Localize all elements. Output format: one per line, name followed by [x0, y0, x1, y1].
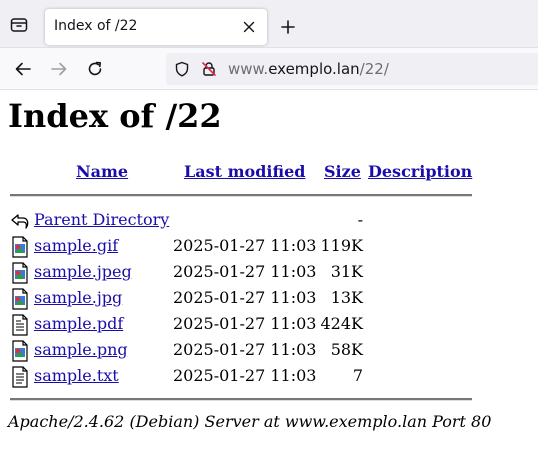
header-divider — [10, 194, 472, 197]
tab-list-button[interactable] — [8, 14, 30, 36]
file-size: 424K — [320, 314, 364, 333]
file-size: 7 — [352, 366, 363, 385]
table-row: sample.png 2025-01-27 11:03 58K — [8, 338, 488, 362]
table-row: sample.txt 2025-01-27 11:03 7 — [8, 364, 488, 388]
sort-by-size-link[interactable]: Size — [324, 162, 361, 181]
plus-icon — [281, 20, 295, 34]
file-size: 31K — [330, 262, 363, 281]
sort-by-last-modified-link[interactable]: Last modified — [184, 162, 305, 181]
table-row-parent: Parent Directory - — [8, 208, 488, 232]
file-size: 13K — [330, 288, 363, 307]
footer-divider — [10, 398, 472, 401]
sort-by-description-link[interactable]: Description — [368, 162, 472, 181]
file-size: - — [357, 210, 363, 229]
reload-icon — [88, 61, 102, 76]
file-link[interactable]: sample.gif — [34, 236, 118, 255]
url-host: exemplo.lan — [268, 60, 360, 78]
table-row: sample.pdf 2025-01-27 11:03 424K — [8, 312, 488, 336]
url-bar[interactable]: www.exemplo.lan/22/ — [166, 53, 538, 85]
table-row: sample.jpg 2025-01-27 11:03 13K — [8, 286, 488, 310]
page-title: Index of /22 — [8, 97, 222, 135]
arrow-right-icon — [51, 62, 67, 76]
navigation-bar: www.exemplo.lan/22/ — [0, 48, 538, 90]
file-link[interactable]: sample.txt — [34, 366, 119, 385]
insecure-lock-icon[interactable] — [200, 60, 218, 78]
image-icon — [12, 262, 28, 284]
file-size: 58K — [330, 340, 363, 359]
tab-title: Index of /22 — [54, 18, 138, 34]
image-icon — [12, 236, 28, 258]
close-icon — [243, 21, 255, 33]
file-link[interactable]: sample.pdf — [34, 314, 123, 333]
tab-bar: Index of /22 — [0, 0, 538, 48]
tab-list-icon — [10, 18, 28, 32]
image-icon — [12, 288, 28, 310]
arrow-left-icon — [15, 62, 31, 76]
url-path: /22/ — [359, 60, 389, 78]
shield-icon[interactable] — [173, 60, 191, 78]
text-file-icon — [12, 366, 28, 388]
file-link[interactable]: sample.jpg — [34, 288, 122, 307]
file-link[interactable]: sample.jpeg — [34, 262, 132, 281]
active-tab[interactable]: Index of /22 — [45, 9, 267, 45]
back-icon — [11, 214, 29, 229]
server-signature: Apache/2.4.62 (Debian) Server at www.exe… — [8, 412, 492, 431]
reload-button[interactable] — [84, 58, 106, 80]
close-tab-button[interactable] — [240, 18, 258, 36]
forward-button[interactable] — [48, 58, 70, 80]
file-size: 119K — [320, 236, 364, 255]
table-row: sample.gif 2025-01-27 11:03 119K — [8, 234, 488, 258]
parent-directory-link[interactable]: Parent Directory — [34, 210, 169, 229]
url-host-prefix: www. — [228, 60, 269, 78]
image-icon — [12, 340, 28, 362]
document-icon — [12, 314, 28, 336]
table-row: sample.jpeg 2025-01-27 11:03 31K — [8, 260, 488, 284]
sort-by-name-link[interactable]: Name — [76, 162, 128, 181]
file-link[interactable]: sample.png — [34, 340, 128, 359]
url-text[interactable]: www.exemplo.lan/22/ — [228, 60, 389, 78]
new-tab-button[interactable] — [278, 17, 298, 37]
back-button[interactable] — [12, 58, 34, 80]
